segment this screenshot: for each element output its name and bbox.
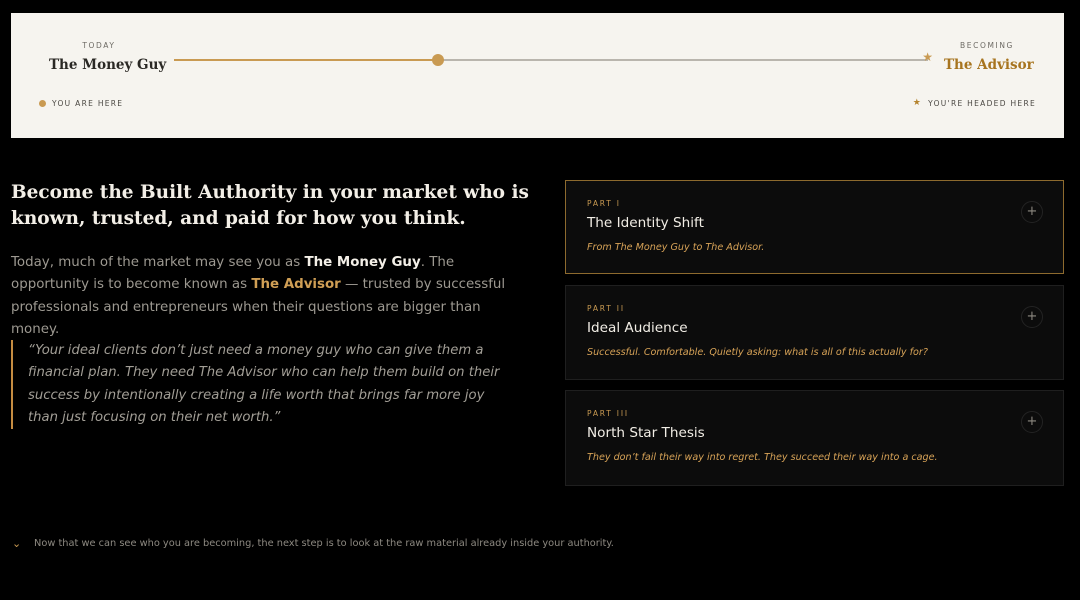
part-title: The Identity Shift <box>587 215 704 231</box>
part-title: North Star Thesis <box>587 425 705 441</box>
intro-highlight-advisor: The Advisor <box>251 277 341 293</box>
journey-progress-card: TODAY The Money Guy YOU ARE HERE ★ BECOM… <box>11 13 1064 138</box>
today-kicker: TODAY <box>82 41 116 50</box>
becoming-block: BECOMING The Advisor <box>944 41 1034 73</box>
part-subtitle: Successful. Comfortable. Quietly asking:… <box>587 347 928 358</box>
expand-plus-icon[interactable]: + <box>1021 411 1043 433</box>
becoming-name: The Advisor <box>944 57 1034 73</box>
part-card-ideal-audience[interactable]: PART II Ideal Audience Successful. Comfo… <box>565 285 1064 380</box>
chevron-down-icon[interactable]: ⌄ <box>12 538 22 549</box>
next-step-footer: ⌄ Now that we can see who you are becomi… <box>12 538 614 549</box>
progress-track: ★ <box>174 51 933 66</box>
current-position-dot-icon <box>39 100 46 107</box>
you-are-here-label: YOU ARE HERE <box>52 99 124 108</box>
part-title: Ideal Audience <box>587 320 688 336</box>
part-subtitle: From The Money Guy to The Advisor. <box>587 242 765 253</box>
next-step-text: Now that we can see who you are becoming… <box>34 538 614 549</box>
intro-highlight-money-guy: The Money Guy <box>304 255 421 270</box>
destination-star-icon: ★ <box>922 50 933 64</box>
headed-here-marker: ★ YOU'RE HEADED HERE <box>912 98 1036 109</box>
expand-plus-icon[interactable]: + <box>1021 201 1043 223</box>
today-name: The Money Guy <box>49 57 167 73</box>
pull-quote: “Your ideal clients don’t just need a mo… <box>11 340 506 430</box>
you-are-here-marker: YOU ARE HERE <box>39 99 123 108</box>
intro-text-1: Today, much of the market may see you as <box>11 255 305 270</box>
headed-here-label: YOU'RE HEADED HERE <box>928 99 1036 108</box>
intro-paragraph: Today, much of the market may see you as… <box>11 252 511 341</box>
part-kicker: PART II <box>587 304 625 313</box>
progress-fill <box>174 59 438 61</box>
part-kicker: PART I <box>587 199 621 208</box>
star-icon: ★ <box>912 98 923 108</box>
part-card-identity-shift[interactable]: PART I The Identity Shift From The Money… <box>565 180 1064 274</box>
progress-knob[interactable] <box>431 54 444 66</box>
part-subtitle: They don’t fail their way into regret. T… <box>587 452 938 463</box>
page-headline: Become the Built Authority in your marke… <box>11 182 529 229</box>
expand-plus-icon[interactable]: + <box>1021 306 1043 328</box>
part-card-north-star-thesis[interactable]: PART III North Star Thesis They don’t fa… <box>565 390 1064 486</box>
today-block: TODAY The Money Guy <box>49 41 167 73</box>
becoming-kicker: BECOMING <box>960 41 1014 50</box>
part-kicker: PART III <box>587 409 629 418</box>
